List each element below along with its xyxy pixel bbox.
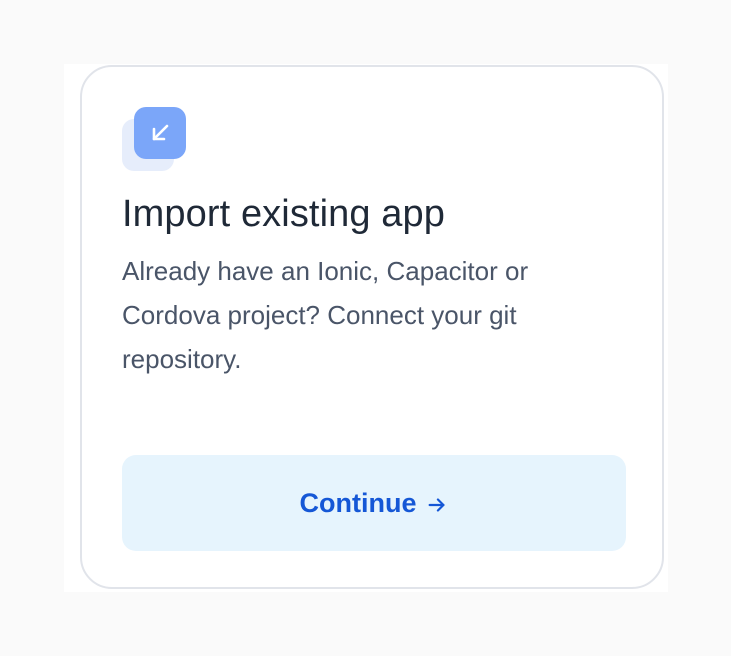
arrow-right-icon [426, 494, 448, 516]
card-description: Already have an Ionic, Capacitor or Cord… [122, 256, 529, 374]
continue-button[interactable]: Continue [122, 455, 626, 551]
continue-button-label: Continue [299, 487, 417, 518]
import-icon-badge [122, 107, 188, 173]
card-title: Import existing app [122, 193, 445, 235]
arrow-down-left-icon [152, 124, 169, 141]
import-app-card[interactable]: Import existing app Already have an Ioni… [80, 65, 664, 589]
icon-badge-tile [134, 107, 186, 159]
